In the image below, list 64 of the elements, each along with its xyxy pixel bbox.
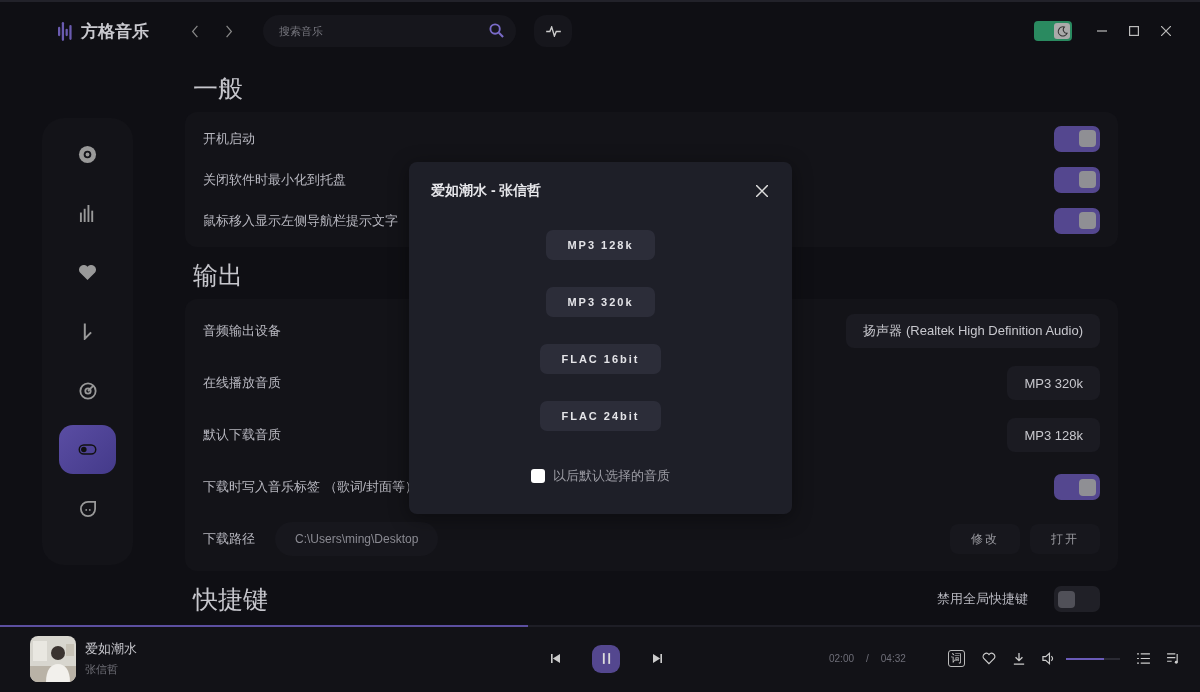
song-title: 爱如潮水 — [85, 640, 138, 658]
moon-icon — [1056, 25, 1068, 37]
app-name: 方格音乐 — [81, 20, 149, 43]
setting-label: 鼠标移入显示左侧导航栏提示文字 — [203, 211, 398, 230]
quality-option-button[interactable]: FLAC 24bit — [540, 401, 661, 431]
toggle-switch[interactable] — [1054, 474, 1100, 500]
chat-face-icon — [79, 500, 96, 517]
select-button[interactable]: 扬声器 (Realtek High Definition Audio) — [846, 314, 1100, 348]
search-field[interactable]: 搜索音乐 — [263, 15, 516, 47]
toggle-switch[interactable] — [1054, 166, 1100, 193]
quality-option-button[interactable]: FLAC 16bit — [540, 344, 661, 374]
chevron-right-icon — [225, 24, 233, 38]
next-icon — [652, 654, 662, 663]
setting-label: 在线播放音质 — [203, 374, 281, 392]
volume-icon[interactable] — [1041, 652, 1055, 665]
elapsed-time: 02:00 — [829, 653, 855, 664]
setting-label: 默认下载音质 — [203, 426, 281, 444]
disc-icon — [78, 145, 97, 164]
close-button[interactable] — [754, 183, 770, 199]
waveform-logo-icon — [58, 20, 75, 42]
theme-toggle[interactable] — [1034, 21, 1072, 41]
dialog-title: 爱如潮水 - 张信哲 — [431, 182, 542, 200]
play-pause-button[interactable] — [592, 644, 620, 673]
pulse-button[interactable] — [534, 15, 572, 47]
checkbox-label: 以后默认选择的音质 — [553, 467, 670, 485]
close-icon — [1161, 26, 1171, 36]
total-time: 04:32 — [880, 653, 906, 664]
select-button[interactable]: MP3 320k — [1007, 366, 1100, 400]
section-title: 一般 — [193, 72, 243, 104]
toggle-icon — [78, 444, 97, 455]
path-button[interactable]: 修改 — [950, 524, 1020, 554]
path-button[interactable]: 打开 — [1030, 524, 1100, 554]
search-icon[interactable] — [489, 23, 504, 38]
setting-label: 禁用全局快捷键 — [937, 590, 1028, 608]
pause-icon — [601, 653, 611, 664]
bar-chart-icon — [79, 205, 96, 222]
section-title: 输出 — [193, 259, 243, 291]
time-separator: / — [866, 653, 869, 664]
checkbox[interactable] — [531, 469, 545, 483]
setting-label: 音频输出设备 — [203, 322, 281, 340]
target-icon — [78, 381, 97, 400]
heart-icon — [78, 264, 97, 281]
list-icon[interactable] — [1136, 653, 1150, 664]
toggle-switch[interactable] — [1054, 125, 1100, 152]
select-button[interactable]: MP3 128k — [1007, 418, 1100, 452]
pulse-icon — [545, 25, 561, 37]
lyrics-button[interactable]: 词 — [947, 650, 965, 667]
section-title: 快捷键 — [193, 583, 268, 615]
heart-icon[interactable] — [981, 652, 996, 665]
previous-icon — [550, 654, 560, 663]
toggle-switch[interactable] — [1054, 586, 1100, 612]
path-field[interactable]: C:\Users\ming\Desktop — [275, 522, 439, 556]
setting-label: 开机启动 — [203, 129, 255, 148]
volume-slider[interactable] — [1065, 657, 1120, 660]
setting-label: 关闭软件时最小化到托盘 — [203, 170, 346, 189]
toggle-switch[interactable] — [1054, 207, 1100, 234]
download-icon[interactable] — [1012, 652, 1025, 665]
setting-label: 下载路径 — [203, 530, 255, 548]
quality-option-button[interactable]: MP3 320k — [546, 287, 655, 317]
quality-option-button[interactable]: MP3 128k — [546, 230, 655, 260]
artist-name: 张信哲 — [85, 662, 119, 677]
playlist-icon[interactable] — [1166, 653, 1180, 664]
chevron-left-icon — [191, 24, 199, 38]
maximize-icon — [1129, 26, 1139, 36]
